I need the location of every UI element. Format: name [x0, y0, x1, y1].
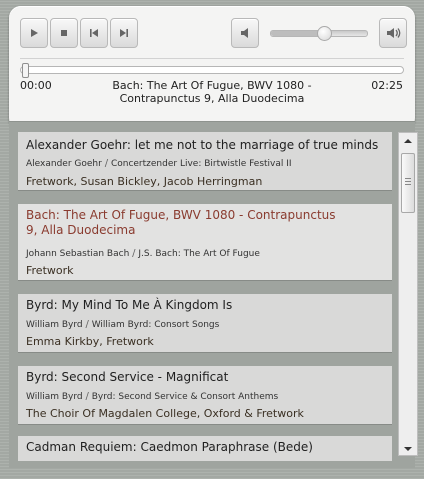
- track-composer-album: Johann Sebastian Bach / J.S. Bach: The A…: [26, 248, 260, 259]
- track-artist: Fretwork, Susan Bickley, Jacob Herringma…: [26, 175, 263, 188]
- track-album: Byrd: Second Service & Consort Anthems: [91, 392, 279, 402]
- track-album: Concertzender Live: Birtwistle Festival …: [110, 159, 292, 169]
- playlist-item[interactable]: Alexander Goehr: let me not to the marri…: [18, 132, 392, 190]
- playlist-item[interactable]: Cadman Requiem: Caedmon Paraphrase (Bede…: [18, 436, 392, 461]
- separator: /: [132, 248, 136, 259]
- stop-button[interactable]: [50, 18, 78, 48]
- playlist-scrollbar[interactable]: [398, 132, 418, 456]
- track-album: J.S. Bach: The Art Of Fugue: [138, 249, 260, 259]
- volume-max-button[interactable]: [379, 18, 407, 48]
- separator: /: [85, 391, 89, 402]
- volume-thumb[interactable]: [316, 26, 332, 41]
- track-artist: The Choir Of Magdalen College, Oxford & …: [26, 407, 304, 420]
- separator: /: [104, 158, 109, 169]
- stop-icon: [61, 30, 67, 36]
- previous-button[interactable]: [80, 18, 108, 48]
- volume-fill: [271, 31, 324, 36]
- track-composer: William Byrd: [26, 320, 83, 330]
- volume-slider[interactable]: [270, 26, 368, 41]
- track-album: William Byrd: Consort Songs: [91, 320, 220, 330]
- speaker-high-icon: [387, 28, 401, 38]
- seek-thumb[interactable]: [22, 63, 29, 78]
- speaker-low-icon: [241, 28, 248, 38]
- player-panel: 00:00 Bach: The Art Of Fugue, BWV 1080 -…: [9, 6, 415, 130]
- track-composer-album: Alexander Goehr / Concertzender Live: Bi…: [26, 158, 292, 169]
- arrow-up-icon: [404, 139, 412, 143]
- track-artist: Emma Kirkby, Fretwork: [26, 335, 154, 348]
- playlist-item[interactable]: Byrd: My Mind To Me À Kingdom Is William…: [18, 294, 392, 352]
- scroll-up-button[interactable]: [399, 133, 417, 147]
- time-total: 02:25: [371, 79, 403, 92]
- track-title: Byrd: My Mind To Me À Kingdom Is: [26, 298, 233, 312]
- track-title: Cadman Requiem: Caedmon Paraphrase (Bede…: [26, 440, 313, 454]
- mute-button[interactable]: [231, 18, 259, 48]
- track-composer: William Byrd: [26, 392, 83, 402]
- previous-icon: [90, 29, 98, 37]
- playlist-item-selected[interactable]: Bach: The Art Of Fugue, BWV 1080 - Contr…: [18, 204, 392, 280]
- track-title: Byrd: Second Service - Magnificat: [26, 370, 229, 384]
- time-elapsed: 00:00: [20, 79, 52, 92]
- play-button[interactable]: [20, 18, 48, 48]
- scroll-down-button[interactable]: [399, 441, 417, 455]
- track-composer-album: William Byrd / William Byrd: Consort Son…: [26, 319, 219, 330]
- separator: /: [85, 319, 89, 330]
- playlist: Alexander Goehr: let me not to the marri…: [18, 132, 392, 461]
- track-title: Alexander Goehr: let me not to the marri…: [26, 138, 379, 152]
- track-composer-album: William Byrd / Byrd: Second Service & Co…: [26, 391, 278, 402]
- track-title: Bach: The Art Of Fugue, BWV 1080 - Contr…: [26, 208, 336, 237]
- next-button[interactable]: [110, 18, 138, 48]
- track-artist: Fretwork: [26, 264, 74, 277]
- seek-bar[interactable]: [20, 63, 404, 78]
- track-composer: Alexander Goehr: [26, 159, 102, 169]
- play-icon: [31, 29, 38, 37]
- arrow-down-icon: [404, 447, 412, 451]
- now-playing-title: Bach: The Art Of Fugue, BWV 1080 - Contr…: [112, 79, 312, 105]
- scrollbar-thumb[interactable]: [401, 153, 415, 213]
- grip-icon: [405, 178, 411, 185]
- playlist-item[interactable]: Byrd: Second Service - Magnificat Willia…: [18, 366, 392, 424]
- divider: [20, 58, 404, 59]
- track-composer: Johann Sebastian Bach: [26, 249, 130, 259]
- next-icon: [120, 29, 128, 37]
